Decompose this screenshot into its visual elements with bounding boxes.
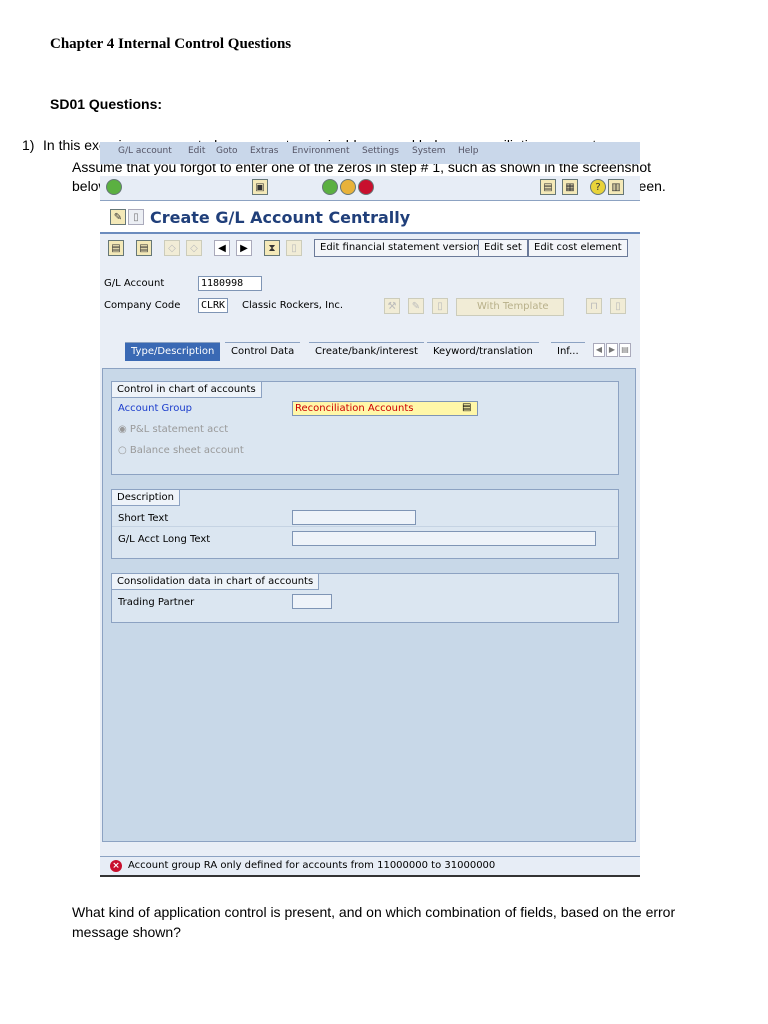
change-icon[interactable]: ▤ (136, 240, 152, 256)
previous-account-icon[interactable]: ◇ (164, 240, 180, 256)
cancel-icon[interactable] (358, 179, 374, 195)
sap-title-bar: ✎ ▯ Create G/L Account Centrally (100, 202, 640, 234)
new-document-icon[interactable]: ▯ (432, 298, 448, 314)
delete-icon[interactable]: ▯ (610, 298, 626, 314)
document-icon[interactable]: ▯ (128, 209, 144, 225)
long-text-field[interactable] (292, 531, 596, 546)
status-message: Account group RA only defined for accoun… (128, 860, 496, 871)
account-group-f4-icon[interactable]: ▤ (462, 402, 471, 413)
tab-strip: Type/Description Control Data Create/ban… (105, 342, 635, 362)
trading-partner-field[interactable] (292, 594, 332, 609)
layout-icon[interactable]: ▥ (608, 179, 624, 195)
gl-account-label: G/L Account (104, 278, 165, 289)
tab-keyword-translation[interactable]: Keyword/translation (427, 342, 539, 361)
short-text-field[interactable] (292, 510, 416, 525)
notes-icon[interactable]: ▯ (286, 240, 302, 256)
gl-account-field[interactable]: 1180998 (198, 276, 262, 291)
help-icon[interactable]: ? (590, 179, 606, 195)
menu-item-goto[interactable]: Goto (216, 146, 238, 156)
balance-sheet-label: Balance sheet account (129, 445, 244, 456)
edit-financial-statement-version-button[interactable]: Edit financial statement version (314, 239, 486, 257)
company-code-field[interactable]: CLRK (198, 298, 228, 313)
description-group-title: Description (112, 490, 180, 506)
next-icon[interactable]: ▶ (236, 240, 252, 256)
lock-icon[interactable]: ⊓ (586, 298, 602, 314)
account-group-label: Account Group (118, 403, 192, 414)
customize-icon[interactable]: ✎ (110, 209, 126, 225)
back-icon[interactable] (322, 179, 338, 195)
display-icon[interactable]: ▤ (108, 240, 124, 256)
tab-list-icon[interactable]: ▤ (619, 343, 631, 357)
account-group-field[interactable]: Reconciliation Accounts (292, 401, 478, 416)
menu-item-edit[interactable]: Edit (188, 146, 205, 156)
tools-icon[interactable]: ⚒ (384, 298, 400, 314)
tab-type-description[interactable]: Type/Description (125, 342, 221, 361)
sap-application-toolbar: ▤ ▤ ◇ ◇ ◀ ▶ ⧗ ▯ Edit financial statement… (100, 234, 640, 262)
trading-partner-label: Trading Partner (118, 597, 195, 608)
control-group: Control in chart of accounts Account Gro… (111, 381, 619, 475)
short-text-label: Short Text (118, 513, 169, 524)
tab-information[interactable]: Inf... (551, 342, 585, 361)
pl-statement-radio[interactable]: ◉ P&L statement acct (118, 424, 228, 435)
company-name: Classic Rockers, Inc. (242, 300, 344, 311)
long-text-label: G/L Acct Long Text (118, 534, 211, 545)
description-group: Description Short Text G/L Acct Long Tex… (111, 489, 619, 559)
menu-item-gl-account[interactable]: G/L account (118, 146, 172, 156)
create-session-icon[interactable]: ▤ (540, 179, 556, 195)
save-icon[interactable]: ▣ (252, 179, 268, 195)
edit-set-button[interactable]: Edit set (478, 239, 528, 257)
tab-scroll-right-icon[interactable]: ▶ (606, 343, 618, 357)
shortcut-icon[interactable]: ▦ (562, 179, 578, 195)
question-2: What kind of application control is pres… (72, 904, 676, 940)
menu-item-environment[interactable]: Environment (292, 146, 349, 156)
consolidation-group-title: Consolidation data in chart of accounts (112, 574, 320, 590)
sap-standard-toolbar: ▣ ▤ ▦ ? ▥ (100, 176, 640, 201)
company-code-label: Company Code (104, 300, 181, 311)
sap-screen-body: G/L Account 1180998 Company Code CLRK Cl… (100, 262, 640, 856)
tab-control-data[interactable]: Control Data (225, 342, 301, 361)
sap-menu-bar: G/L account Edit Goto Extras Environment… (100, 142, 640, 164)
sap-screenshot: G/L account Edit Goto Extras Environment… (100, 142, 640, 877)
next-account-icon[interactable]: ◇ (186, 240, 202, 256)
where-used-icon[interactable]: ⧗ (264, 240, 280, 256)
question-1-number: 1) (22, 137, 35, 153)
consolidation-group: Consolidation data in chart of accounts … (111, 573, 619, 623)
previous-icon[interactable]: ◀ (214, 240, 230, 256)
enter-icon[interactable] (106, 179, 122, 195)
section-title: SD01 Questions: (50, 96, 163, 112)
exit-icon[interactable] (340, 179, 356, 195)
edit-cost-element-button[interactable]: Edit cost element (528, 239, 628, 257)
pl-statement-label: P&L statement acct (129, 424, 229, 435)
pencil-icon[interactable]: ✎ (408, 298, 424, 314)
menu-item-system[interactable]: System (412, 146, 446, 156)
error-icon: × (110, 860, 122, 872)
tab-scroll-left-icon[interactable]: ◀ (593, 343, 605, 357)
tab-create-bank-interest[interactable]: Create/bank/interest (309, 342, 424, 361)
tab-content-panel: Control in chart of accounts Account Gro… (102, 368, 636, 842)
menu-item-settings[interactable]: Settings (362, 146, 399, 156)
with-template-button[interactable]: With Template (456, 298, 564, 316)
screen-title: Create G/L Account Centrally (150, 208, 411, 227)
document-title: Chapter 4 Internal Control Questions (50, 36, 292, 52)
control-group-title: Control in chart of accounts (112, 382, 262, 398)
balance-sheet-radio[interactable]: ○ Balance sheet account (118, 445, 244, 456)
menu-item-help[interactable]: Help (458, 146, 479, 156)
menu-item-extras[interactable]: Extras (250, 146, 278, 156)
status-bar: × Account group RA only defined for acco… (100, 856, 640, 877)
